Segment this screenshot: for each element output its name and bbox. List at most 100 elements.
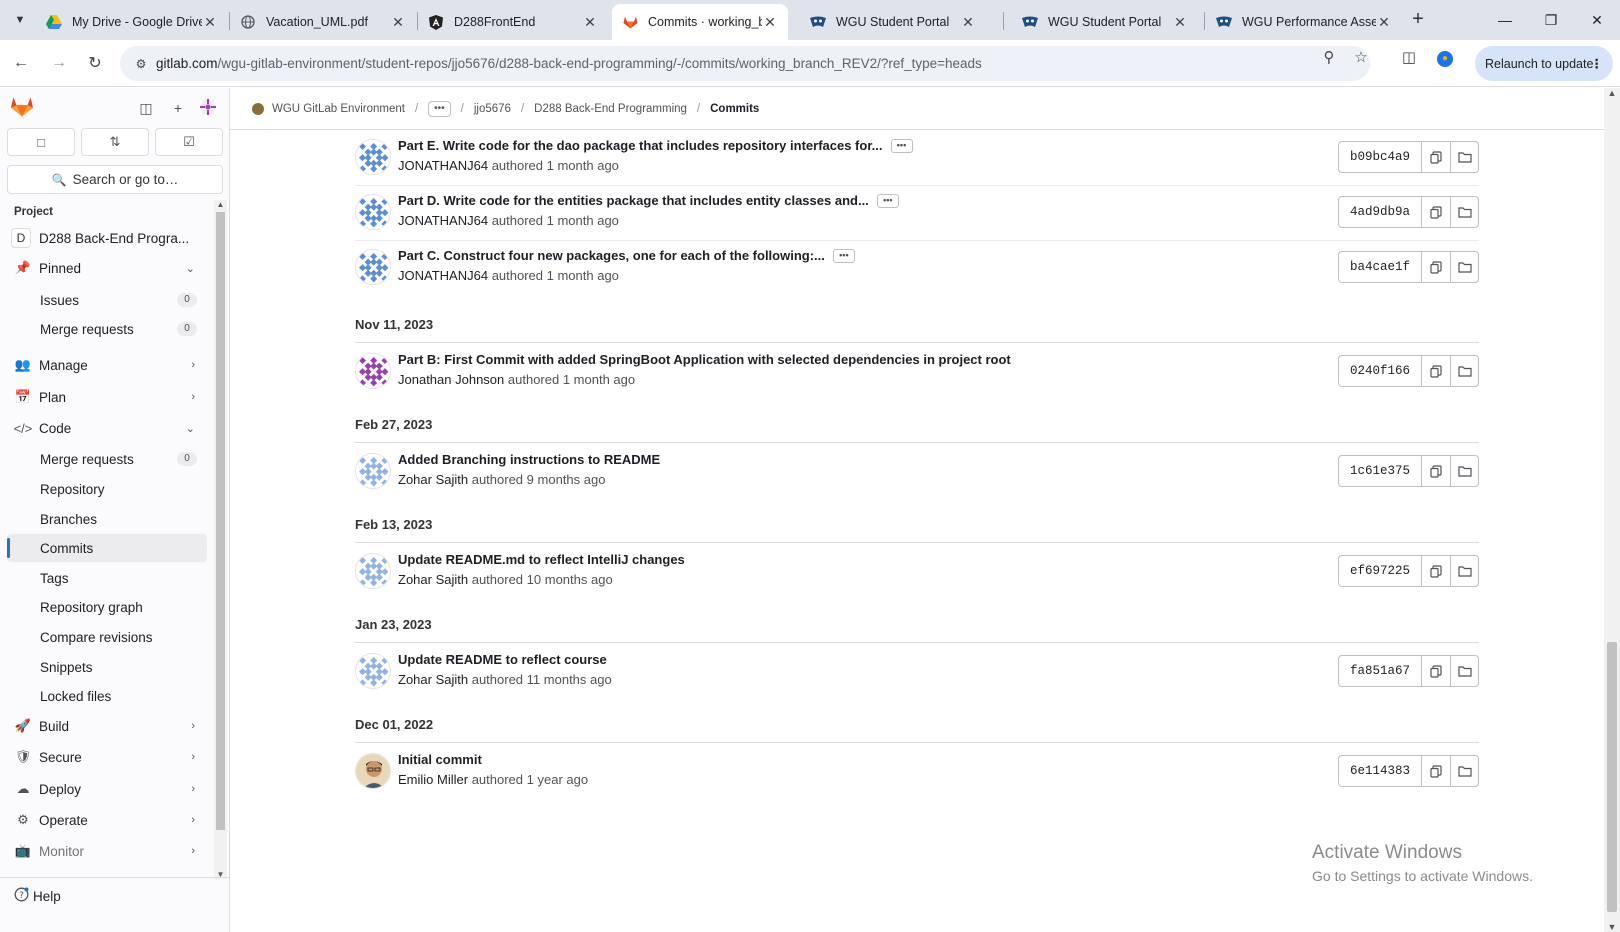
sidebar-item-pinned-merge-requests[interactable]: Merge requests 0 [7, 315, 207, 343]
scroll-up-arrow-icon[interactable]: ▲ [1604, 88, 1620, 98]
copy-sha-icon[interactable] [1422, 456, 1450, 486]
sidebar-scrollbar[interactable]: ▲ ▼ [214, 200, 227, 879]
sidebar-item-compare-revisions[interactable]: Compare revisions [7, 623, 207, 651]
browse-files-folder-icon[interactable] [1450, 456, 1478, 486]
issues-counter-icon[interactable]: □ [7, 128, 75, 156]
side-panel-icon[interactable]: ◫ [1400, 49, 1418, 67]
breadcrumb-group-link[interactable]: WGU GitLab Environment [272, 103, 405, 115]
browser-tab[interactable]: WGU Student Portal ✕ [800, 4, 986, 40]
reload-icon[interactable]: ↻ [82, 50, 108, 76]
sidebar-item-operate[interactable]: ⚙ Operate › [7, 806, 207, 834]
relaunch-button[interactable]: Relaunch to update ⋮ [1475, 46, 1613, 81]
breadcrumb-project-link[interactable]: D288 Back-End Programming [534, 103, 687, 115]
commit-title-link[interactable]: Part D. Write code for the entities pack… [398, 193, 869, 208]
commit-title-link[interactable]: Update README.md to reflect IntelliJ cha… [398, 552, 685, 567]
sidebar-item-plan[interactable]: 📅 Plan › [7, 383, 207, 411]
copy-sha-icon[interactable] [1422, 656, 1450, 686]
sidebar-item-merge-requests[interactable]: Merge requests 0 [7, 445, 207, 473]
close-tab-icon[interactable]: ✕ [390, 14, 406, 31]
bookmark-star-icon[interactable]: ☆ [1352, 49, 1370, 67]
browse-files-folder-icon[interactable] [1450, 556, 1478, 586]
profile-avatar-icon[interactable]: ● [1437, 51, 1453, 67]
close-tab-icon[interactable]: ✕ [960, 14, 976, 31]
sidebar-item-build[interactable]: 🚀 Build › [7, 712, 207, 740]
merge-request-counter-icon[interactable]: ⇅ [81, 128, 149, 156]
close-tab-icon[interactable]: ✕ [202, 14, 218, 31]
toggle-description-ellipsis-icon[interactable]: ••• [890, 138, 913, 153]
commit-sha-link[interactable]: ef697225 [1339, 556, 1422, 586]
browser-tab[interactable]: Vacation_UML.pdf ✕ [230, 4, 416, 40]
sidebar-item-manage[interactable]: 👥 Manage › [7, 351, 207, 379]
copy-sha-icon[interactable] [1422, 142, 1450, 172]
close-tab-icon[interactable]: ✕ [1376, 14, 1392, 31]
commit-title-link[interactable]: Update README to reflect course [398, 652, 607, 667]
browse-files-folder-icon[interactable] [1450, 356, 1478, 386]
breadcrumb-current[interactable]: Commits [710, 103, 759, 115]
commit-author-link[interactable]: Emilio Miller [398, 772, 468, 787]
zoom-search-icon[interactable]: ⚲ [1320, 49, 1338, 67]
commit-title-link[interactable]: Initial commit [398, 752, 482, 767]
sidebar-item-secure[interactable]: 🛡 Secure › [7, 743, 207, 771]
browse-files-folder-icon[interactable] [1450, 197, 1478, 227]
commit-author-link[interactable]: Zohar Sajith [398, 672, 468, 687]
commit-author-link[interactable]: Zohar Sajith [398, 472, 468, 487]
forward-arrow-icon[interactable]: → [46, 50, 72, 76]
browse-files-folder-icon[interactable] [1450, 656, 1478, 686]
breadcrumb-more-icon[interactable]: ••• [428, 100, 451, 117]
author-avatar[interactable] [355, 353, 391, 389]
commit-title-link[interactable]: Part C. Construct four new packages, one… [398, 248, 825, 263]
commit-sha-link[interactable]: 4ad9db9a [1339, 197, 1422, 227]
minimize-icon[interactable]: — [1482, 0, 1528, 40]
scroll-down-arrow-icon[interactable]: ▼ [1604, 922, 1620, 932]
commit-sha-link[interactable]: 1c61e375 [1339, 456, 1422, 486]
copy-sha-icon[interactable] [1422, 197, 1450, 227]
copy-sha-icon[interactable] [1422, 556, 1450, 586]
sidebar-project-link[interactable]: D D288 Back-End Progra... [7, 224, 207, 252]
sidebar-item-tags[interactable]: Tags [7, 564, 207, 592]
scrollbar-thumb[interactable] [1607, 642, 1617, 912]
back-arrow-icon[interactable]: ← [8, 50, 34, 76]
sidebar-item-code[interactable]: </> Code ⌄ [7, 414, 207, 442]
browser-tab[interactable]: WGU Student Portal ✕ [1012, 4, 1198, 40]
commit-author-link[interactable]: JONATHANJ64 [398, 158, 488, 173]
commit-author-link[interactable]: Zohar Sajith [398, 572, 468, 587]
author-avatar[interactable] [355, 653, 391, 689]
sidebar-item-monitor[interactable]: 📺 Monitor › [7, 837, 207, 865]
sidebar-item-locked-files[interactable]: Locked files [7, 682, 207, 710]
commit-author-link[interactable]: JONATHANJ64 [398, 268, 488, 283]
commit-title-link[interactable]: Added Branching instructions to README [398, 452, 660, 467]
sidebar-item-pinned-issues[interactable]: Issues 0 [7, 286, 207, 314]
user-avatar-icon[interactable] [198, 98, 218, 118]
toggle-description-ellipsis-icon[interactable]: ••• [832, 248, 855, 263]
browse-files-folder-icon[interactable] [1450, 142, 1478, 172]
browser-tab[interactable]: WGU Performance Assessment ✕ [1206, 4, 1402, 40]
scrollbar-thumb[interactable] [216, 212, 225, 830]
site-info-icon[interactable]: ⚙ [126, 57, 156, 71]
browse-files-folder-icon[interactable] [1450, 756, 1478, 786]
browser-tab[interactable]: D288FrontEnd ✕ [418, 4, 608, 40]
scroll-up-arrow-icon[interactable]: ▲ [214, 200, 227, 209]
collapse-sidebar-icon[interactable]: ◫ [136, 98, 156, 118]
close-tab-icon[interactable]: ✕ [582, 14, 598, 31]
page-scrollbar[interactable]: ▲ ▼ [1604, 88, 1620, 932]
new-tab-plus-icon[interactable]: + [1406, 8, 1430, 32]
commit-sha-link[interactable]: 0240f166 [1339, 356, 1422, 386]
more-vert-icon[interactable]: ⋮ [1591, 56, 1604, 71]
close-tab-icon[interactable]: ✕ [762, 14, 778, 31]
restore-icon[interactable]: ❐ [1528, 0, 1574, 40]
sidebar-item-branches[interactable]: Branches [7, 505, 207, 533]
toggle-description-ellipsis-icon[interactable]: ••• [876, 193, 899, 208]
author-avatar[interactable] [355, 753, 391, 789]
commit-author-link[interactable]: JONATHANJ64 [398, 213, 488, 228]
commit-sha-link[interactable]: b09bc4a9 [1339, 142, 1422, 172]
sidebar-item-commits[interactable]: Commits [7, 534, 207, 562]
browser-tab-active[interactable]: Commits · working_branch_REV2 ✕ [612, 4, 788, 40]
author-avatar[interactable] [355, 249, 391, 285]
commit-sha-link[interactable]: fa851a67 [1339, 656, 1422, 686]
address-bar[interactable]: ⚙ gitlab.com/wgu-gitlab-environment/stud… [120, 46, 1370, 81]
close-tab-icon[interactable]: ✕ [1172, 14, 1188, 31]
author-avatar[interactable] [355, 553, 391, 589]
todo-counter-icon[interactable]: ☑ [155, 128, 223, 156]
commit-author-link[interactable]: Jonathan Johnson [398, 372, 504, 387]
help-button[interactable]: ? Help [14, 887, 61, 905]
